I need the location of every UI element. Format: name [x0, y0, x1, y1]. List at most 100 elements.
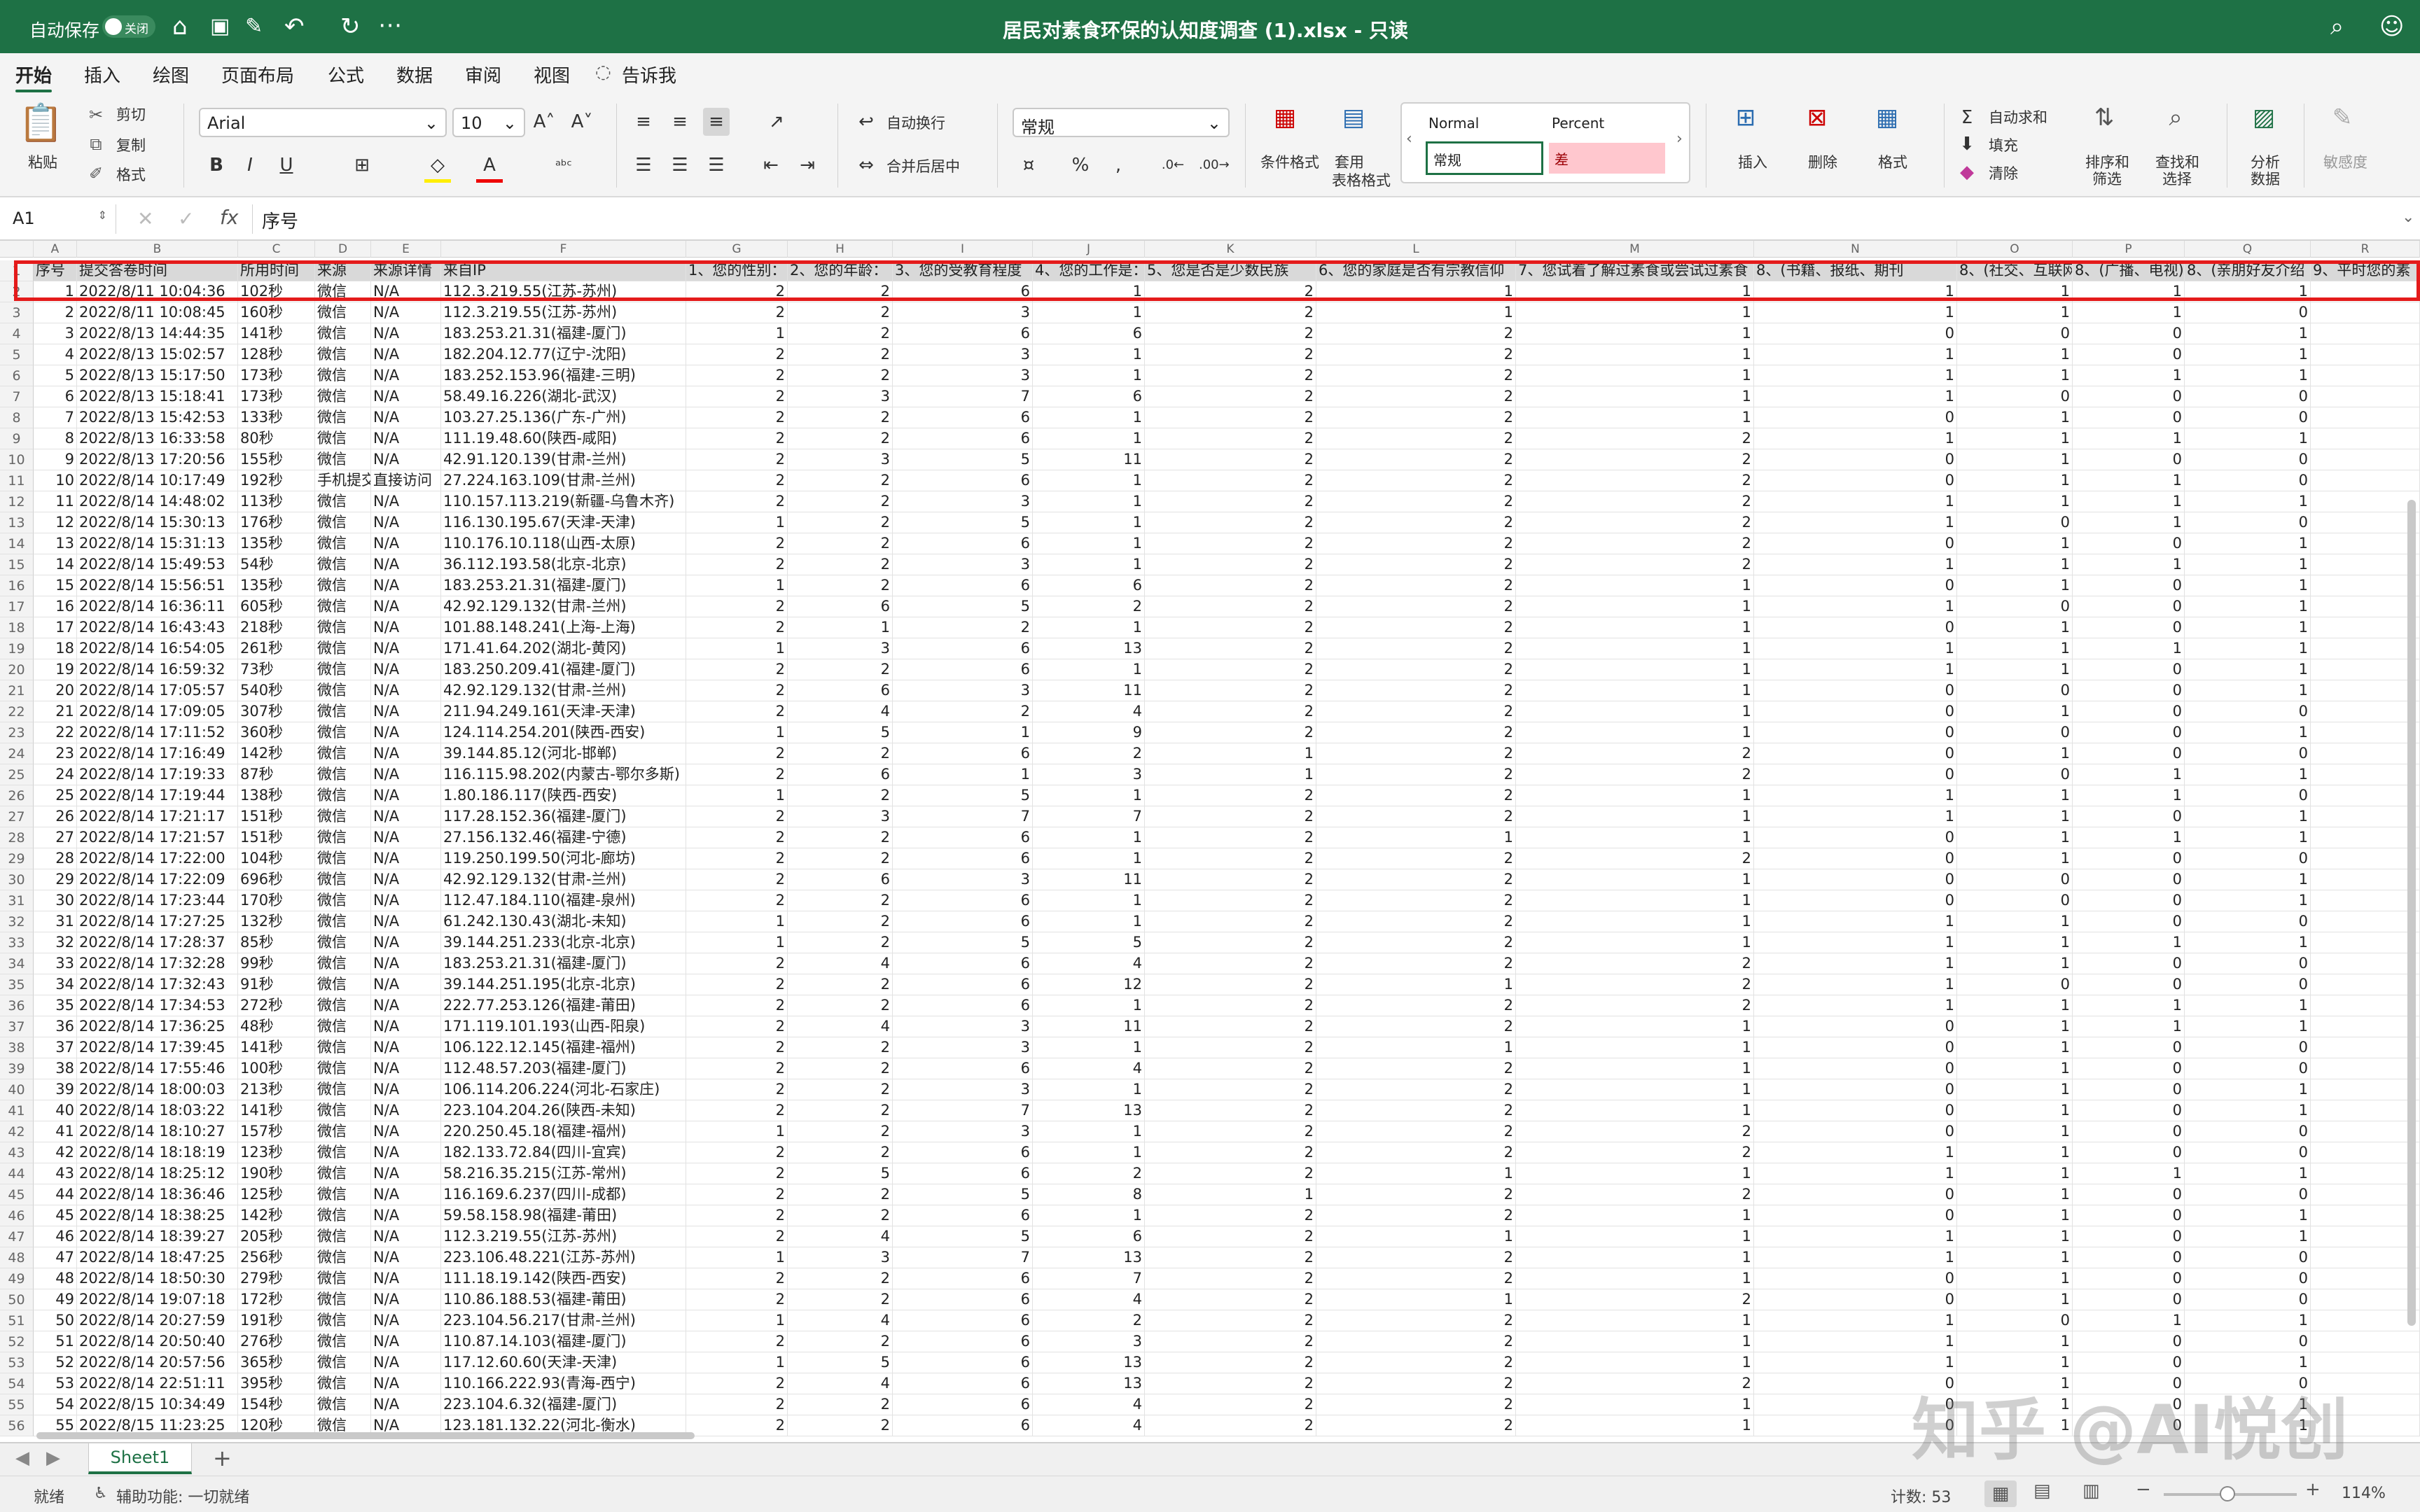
chevron-right-icon[interactable]: ›: [1676, 130, 1683, 148]
font-color-icon[interactable]: A: [476, 151, 503, 183]
column-header[interactable]: I: [893, 241, 1033, 258]
table-cell[interactable]: 11: [1033, 449, 1145, 470]
table-cell[interactable]: 29: [34, 869, 77, 890]
row-header[interactable]: 33: [0, 932, 34, 953]
table-cell[interactable]: 1: [2185, 995, 2311, 1016]
table-cell[interactable]: 1: [1957, 428, 2073, 449]
table-cell[interactable]: 2022/8/14 17:39:45: [77, 1037, 238, 1058]
table-cell[interactable]: 183.253.21.31(福建-厦门): [441, 953, 686, 974]
table-cell[interactable]: 1: [1957, 1058, 2073, 1079]
table-cell[interactable]: 3: [893, 869, 1033, 890]
table-cell[interactable]: 116.130.195.67(天津-天津): [441, 512, 686, 533]
table-cell[interactable]: 2: [1145, 386, 1316, 407]
table-cell[interactable]: 2022/8/14 17:21:17: [77, 806, 238, 827]
header-cell[interactable]: 8、(社交、互联网媒体: [1957, 260, 2073, 281]
table-cell[interactable]: 2: [1516, 491, 1754, 512]
table-cell[interactable]: 2022/8/14 10:17:49: [77, 470, 238, 491]
table-cell[interactable]: 1: [1033, 512, 1145, 533]
cut-label[interactable]: 剪切: [116, 106, 146, 123]
row-header[interactable]: 2: [0, 281, 34, 302]
table-cell[interactable]: 2: [1316, 596, 1516, 617]
table-cell[interactable]: 2: [686, 995, 788, 1016]
table-cell[interactable]: [2311, 1205, 2420, 1226]
table-cell[interactable]: 155秒: [238, 449, 315, 470]
table-cell[interactable]: 2: [686, 596, 788, 617]
table-cell[interactable]: 1: [1033, 1121, 1145, 1142]
profile-icon[interactable]: ☺: [2379, 13, 2404, 41]
table-cell[interactable]: 6: [893, 470, 1033, 491]
analyze-data-icon[interactable]: ▨: [2239, 104, 2288, 132]
table-cell[interactable]: N/A: [371, 1037, 441, 1058]
table-cell[interactable]: 1: [1033, 1037, 1145, 1058]
table-cell[interactable]: 1: [1754, 596, 1957, 617]
table-cell[interactable]: 2022/8/14 17:22:00: [77, 848, 238, 869]
table-cell[interactable]: 6: [893, 1415, 1033, 1436]
table-cell[interactable]: 2: [1516, 1289, 1754, 1310]
table-cell[interactable]: [2311, 1247, 2420, 1268]
table-cell[interactable]: 1: [1033, 995, 1145, 1016]
table-cell[interactable]: 0: [1754, 575, 1957, 596]
table-cell[interactable]: 2: [1516, 1184, 1754, 1205]
table-cell[interactable]: 125秒: [238, 1184, 315, 1205]
table-cell[interactable]: 0: [2073, 890, 2185, 911]
row-header[interactable]: 51: [0, 1310, 34, 1331]
table-cell[interactable]: 113秒: [238, 491, 315, 512]
table-cell[interactable]: 2: [1033, 1310, 1145, 1331]
table-cell[interactable]: 2: [788, 1079, 893, 1100]
conditional-format-label[interactable]: 条件格式: [1260, 154, 1319, 171]
table-cell[interactable]: 0: [2073, 449, 2185, 470]
table-cell[interactable]: 3: [893, 1037, 1033, 1058]
table-cell[interactable]: 1: [1754, 365, 1957, 386]
table-cell[interactable]: 2: [1145, 533, 1316, 554]
table-cell[interactable]: 2: [1145, 806, 1316, 827]
add-sheet-button[interactable]: +: [213, 1445, 232, 1471]
decrease-indent-icon[interactable]: ⇤: [758, 151, 784, 179]
comma-icon[interactable]: ,: [1105, 151, 1132, 179]
table-cell[interactable]: 6: [893, 1373, 1033, 1394]
table-cell[interactable]: 微信: [315, 512, 371, 533]
table-cell[interactable]: 2: [1316, 1268, 1516, 1289]
table-cell[interactable]: 1: [2073, 281, 2185, 302]
table-cell[interactable]: 1: [1516, 1415, 1754, 1436]
table-cell[interactable]: 微信: [315, 1037, 371, 1058]
table-cell[interactable]: 173秒: [238, 365, 315, 386]
undo-icon[interactable]: ↶: [284, 13, 305, 41]
table-cell[interactable]: 2: [1033, 596, 1145, 617]
table-cell[interactable]: 0: [2073, 1205, 2185, 1226]
table-cell[interactable]: 2022/8/14 18:18:19: [77, 1142, 238, 1163]
table-cell[interactable]: 1: [1957, 1289, 2073, 1310]
table-cell[interactable]: 59.58.158.98(福建-莆田): [441, 1205, 686, 1226]
column-header[interactable]: C: [238, 241, 315, 258]
table-cell[interactable]: 2: [1316, 344, 1516, 365]
table-cell[interactable]: 2: [686, 1415, 788, 1436]
table-cell[interactable]: 2: [1145, 1310, 1316, 1331]
table-cell[interactable]: 0: [2073, 1037, 2185, 1058]
table-cell[interactable]: 0: [2185, 1142, 2311, 1163]
table-cell[interactable]: 1: [1754, 428, 1957, 449]
table-cell[interactable]: 6: [893, 827, 1033, 848]
table-cell[interactable]: 2: [1145, 470, 1316, 491]
insert-cells-icon[interactable]: ⊞: [1721, 104, 1770, 132]
table-cell[interactable]: 1: [2185, 659, 2311, 680]
header-cell[interactable]: 提交答卷时间: [77, 260, 238, 281]
table-cell[interactable]: 1: [1516, 386, 1754, 407]
table-cell[interactable]: 6: [893, 1268, 1033, 1289]
header-cell[interactable]: 来源详情: [371, 260, 441, 281]
paste-icon[interactable]: 📋: [18, 105, 64, 141]
table-cell[interactable]: 3: [1033, 764, 1145, 785]
table-cell[interactable]: 1: [1957, 701, 2073, 722]
tab-formulas[interactable]: 公式: [328, 62, 364, 88]
table-cell[interactable]: N/A: [371, 890, 441, 911]
table-cell[interactable]: 132秒: [238, 911, 315, 932]
table-cell[interactable]: 1: [1957, 911, 2073, 932]
table-cell[interactable]: 1: [1316, 827, 1516, 848]
table-cell[interactable]: 2: [788, 1289, 893, 1310]
table-cell[interactable]: 1: [1145, 743, 1316, 764]
header-cell[interactable]: 所用时间: [238, 260, 315, 281]
align-bottom-icon[interactable]: ≡: [703, 108, 730, 136]
save-icon[interactable]: ▣: [210, 14, 230, 38]
table-cell[interactable]: 2: [1316, 701, 1516, 722]
table-cell[interactable]: 2: [893, 701, 1033, 722]
table-cell[interactable]: 1: [1957, 1205, 2073, 1226]
table-cell[interactable]: 106.114.206.224(河北-石家庄): [441, 1079, 686, 1100]
